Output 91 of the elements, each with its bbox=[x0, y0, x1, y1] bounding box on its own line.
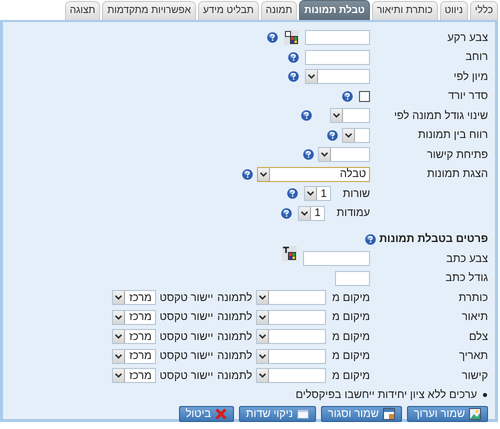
dropdown[interactable]: 1 bbox=[298, 206, 325, 221]
field-label: רווח בין תמונות bbox=[418, 129, 488, 142]
tab[interactable]: תבליט מידע bbox=[198, 1, 259, 20]
help-icon[interactable] bbox=[342, 90, 353, 102]
help-icon[interactable] bbox=[242, 168, 253, 180]
help-icon[interactable] bbox=[365, 234, 376, 244]
tab[interactable]: אפשרויות מתקדמות bbox=[102, 1, 196, 20]
picture-icon bbox=[469, 408, 481, 420]
field-label: הצגת תמונות bbox=[426, 168, 488, 180]
cross-icon bbox=[214, 408, 227, 420]
chevron-icon bbox=[114, 354, 122, 359]
tab[interactable]: ניווט bbox=[440, 1, 468, 20]
help-icon[interactable] bbox=[267, 32, 278, 44]
field-label: סדר יורד bbox=[448, 90, 488, 102]
field-label: יישור טקסט bbox=[160, 350, 214, 362]
tab[interactable]: טבלת תמונות bbox=[299, 0, 370, 20]
tab[interactable]: כללי bbox=[470, 1, 498, 20]
chevron-icon bbox=[345, 132, 352, 138]
field-label: לתמונה bbox=[217, 370, 252, 382]
dropdown[interactable] bbox=[342, 128, 370, 143]
help-icon[interactable] bbox=[280, 208, 292, 219]
chevron-icon bbox=[259, 334, 266, 340]
dropdown[interactable]: טבלה bbox=[257, 166, 370, 182]
checkbox[interactable] bbox=[359, 90, 370, 102]
chevron-icon bbox=[114, 314, 122, 320]
blank-page-icon bbox=[296, 408, 309, 420]
field-label: מיון לפי bbox=[454, 70, 488, 83]
help-icon[interactable] bbox=[301, 110, 312, 122]
color-picker-icon[interactable] bbox=[284, 30, 299, 46]
field-label: מיקום מ bbox=[332, 311, 370, 324]
field-label: צבע כתב bbox=[446, 252, 488, 265]
note-text: ערכים ללא ציון יחידות ייחשבו בפיקסלים bbox=[296, 389, 477, 401]
dropdown[interactable]: מרכז bbox=[112, 329, 156, 344]
field-label: לתמונה bbox=[217, 311, 252, 324]
chevron-icon bbox=[259, 314, 266, 320]
input-field[interactable] bbox=[335, 270, 370, 286]
input-field[interactable] bbox=[303, 251, 370, 266]
field-label: לתמונה bbox=[217, 292, 252, 304]
help-icon[interactable] bbox=[286, 188, 298, 200]
bullet-icon bbox=[483, 393, 487, 397]
help-icon[interactable] bbox=[288, 71, 299, 82]
window-icon bbox=[382, 408, 395, 420]
field-label: מיקום מ bbox=[332, 330, 370, 343]
field-label: מיקום מ bbox=[332, 292, 370, 304]
chevron-icon bbox=[300, 210, 308, 216]
chevron-icon bbox=[306, 191, 314, 196]
field-label: יישור טקסט bbox=[160, 330, 214, 343]
field-label: רוחב bbox=[465, 51, 488, 64]
dropdown[interactable]: מרכז bbox=[112, 368, 156, 384]
field-label: שורות bbox=[342, 188, 370, 200]
chevron-icon bbox=[260, 172, 267, 177]
help-icon[interactable] bbox=[327, 130, 338, 141]
tab[interactable]: תמונה bbox=[260, 1, 298, 20]
field-label: עמודות bbox=[336, 207, 370, 220]
field-label: לתמונה bbox=[217, 350, 252, 362]
field-label: שינוי גודל תמונה לפי bbox=[394, 110, 488, 122]
input-field[interactable] bbox=[305, 30, 370, 46]
chevron-icon bbox=[333, 113, 340, 118]
field-label: יישור טקסט bbox=[160, 370, 214, 382]
chevron-icon bbox=[321, 152, 328, 158]
field-label: לתמונה bbox=[217, 330, 252, 343]
dropdown[interactable]: 1 bbox=[304, 186, 331, 202]
chevron-icon bbox=[114, 373, 122, 378]
chevron-icon bbox=[114, 334, 122, 340]
tab[interactable]: תצוגה bbox=[64, 1, 100, 20]
section-title: פרטים בטבלת תמונות bbox=[379, 233, 488, 245]
field-label: מיקום מ bbox=[332, 370, 370, 382]
chevron-icon bbox=[259, 373, 266, 378]
field-label: כותרת bbox=[458, 292, 488, 304]
text-color-icon[interactable] bbox=[282, 246, 297, 262]
field-label: קישור bbox=[462, 370, 488, 382]
dropdown[interactable]: מרכז bbox=[112, 290, 156, 306]
field-label: יישור טקסט bbox=[160, 292, 214, 304]
dropdown[interactable]: מרכז bbox=[112, 348, 156, 364]
chevron-icon bbox=[114, 295, 122, 300]
field-label: יישור טקסט bbox=[160, 311, 214, 324]
field-label: תיאור bbox=[462, 311, 488, 324]
field-label: צבע רקע bbox=[447, 32, 488, 44]
input-field[interactable] bbox=[305, 50, 370, 65]
chevron-icon bbox=[259, 354, 266, 359]
field-label: גודל כתב bbox=[446, 272, 488, 284]
field-label: פתיחת קישור bbox=[427, 148, 488, 161]
tab[interactable]: כותרת ותיאור bbox=[372, 1, 438, 20]
dropdown[interactable]: מרכז bbox=[112, 310, 156, 325]
help-icon[interactable] bbox=[303, 149, 314, 160]
chevron-icon bbox=[308, 74, 315, 80]
field-label: מיקום מ bbox=[332, 350, 370, 362]
field-label: צלם bbox=[468, 330, 488, 343]
help-icon[interactable] bbox=[288, 52, 299, 63]
chevron-icon bbox=[259, 295, 266, 300]
field-label: תאריך bbox=[459, 350, 488, 362]
